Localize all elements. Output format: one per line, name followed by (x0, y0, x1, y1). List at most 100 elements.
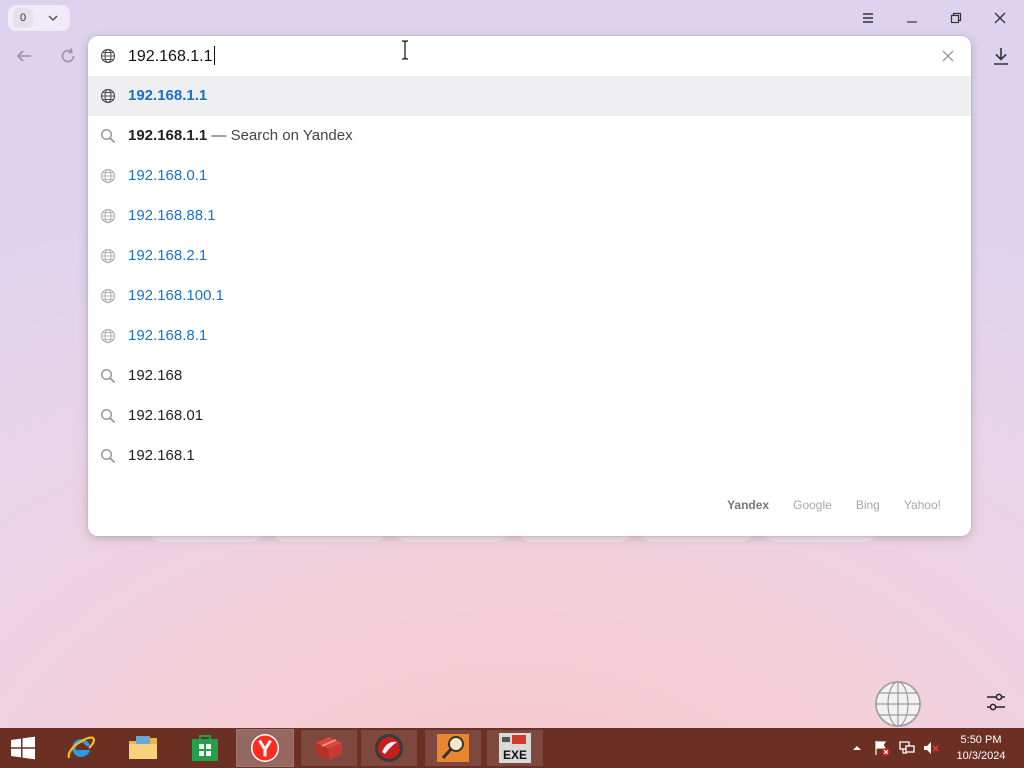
customize-sliders-icon[interactable] (984, 691, 1008, 713)
globe-icon (100, 328, 116, 344)
taskbar-app-search-tool[interactable] (425, 730, 481, 766)
taskbar-app-exe[interactable]: EXE (487, 730, 543, 766)
hamburger-icon (863, 13, 873, 23)
downloads-button[interactable] (990, 45, 1012, 67)
suggestion-text: 192.168.1.1 — Search on Yandex (128, 126, 353, 146)
suggestion-label: 192.168 (128, 367, 183, 384)
suggestion-text: 192.168.2.1 (128, 246, 207, 266)
suggestion-text: 192.168.8.1 (128, 326, 207, 346)
yandex-icon (251, 734, 279, 762)
suggestion-label: 192.168.1.1 (128, 127, 208, 144)
engine-bing[interactable]: Bing (856, 498, 880, 512)
suggestion-search[interactable]: 192.168.01 (88, 396, 971, 436)
suggestion-label: 192.168.1.1 (128, 87, 208, 104)
clock-date: 10/3/2024 (956, 750, 1006, 762)
globe-widget-icon[interactable] (874, 680, 922, 728)
text-caret (213, 46, 216, 65)
engine-yandex[interactable]: Yandex (727, 498, 769, 512)
store-icon (192, 735, 218, 761)
taskbar-app-yandex-browser[interactable] (236, 729, 294, 767)
suggestion-url[interactable]: 192.168.1.1 (88, 76, 971, 116)
omnibox-dropdown: 192.168.1.1 192.168.1.1 192.168.1.1 — Sea… (88, 36, 971, 536)
suggestion-text: 192.168.100.1 (128, 286, 224, 306)
close-icon (994, 12, 1006, 24)
minimize-icon (907, 21, 917, 23)
globe-icon (100, 48, 116, 64)
clear-input-icon[interactable] (941, 49, 955, 63)
tab-count-badge: 0 (13, 8, 33, 28)
search-icon (100, 128, 116, 144)
ie-icon (67, 736, 95, 759)
suggestion-url[interactable]: 192.168.8.1 (88, 316, 971, 356)
tray-action-center[interactable] (870, 728, 894, 768)
engine-google[interactable]: Google (793, 498, 832, 512)
folder-icon (129, 736, 157, 759)
exe-label: EXE (503, 748, 527, 762)
taskbar-app-file-explorer[interactable] (115, 730, 171, 766)
suggestion-label: 192.168.100.1 (128, 287, 224, 304)
exe-icon: EXE (499, 733, 531, 763)
taskbar-app-red-box[interactable] (301, 730, 357, 766)
globe-icon (100, 288, 116, 304)
search-icon (100, 368, 116, 384)
globe-icon (100, 208, 116, 224)
suggestion-label: 192.168.01 (128, 407, 204, 424)
search-icon (100, 408, 116, 424)
network-icon (899, 741, 915, 754)
arrow-left-icon (16, 50, 31, 62)
taskbar-clock[interactable]: 5:50 PM 10/3/2024 (944, 732, 1018, 764)
suggestion-label: 192.168.0.1 (128, 167, 208, 184)
restore-button[interactable] (946, 8, 966, 28)
show-hidden-icons-button[interactable] (848, 728, 866, 768)
suggestion-hint: — Search on Yandex (207, 127, 353, 144)
suggestion-label: 192.168.2.1 (128, 247, 208, 264)
suggestion-text: 192.168.1 (128, 446, 195, 466)
text-cursor-icon (402, 40, 408, 60)
globe-icon (100, 88, 116, 104)
suggestion-text: 192.168 (128, 366, 182, 386)
windows-start-icon[interactable] (6, 735, 40, 761)
reload-icon (61, 48, 75, 63)
taskbar-app-red-disc[interactable] (361, 730, 417, 766)
chevron-down-icon (48, 15, 58, 22)
suggestion-label: 192.168.1 (128, 447, 195, 464)
taskbar-app-internet-explorer[interactable] (53, 730, 109, 766)
tray-network[interactable] (895, 728, 919, 768)
search-engine-switcher: Yandex Google Bing Yahoo! (703, 498, 941, 512)
suggestion-url[interactable]: 192.168.2.1 (88, 236, 971, 276)
suggestion-url[interactable]: 192.168.0.1 (88, 156, 971, 196)
address-input-value: 192.168.1.1 (128, 48, 213, 65)
close-window-button[interactable] (990, 8, 1010, 28)
suggestion-label: 192.168.88.1 (128, 207, 216, 224)
tray-volume[interactable] (920, 728, 942, 768)
clock-time: 5:50 PM (960, 734, 1002, 746)
reload-button[interactable] (57, 45, 79, 67)
taskbar-app-store[interactable] (177, 730, 233, 766)
download-icon (994, 48, 1008, 65)
suggestion-search[interactable]: 192.168.1 (88, 436, 971, 476)
red-box-icon (316, 737, 342, 760)
back-button[interactable] (13, 45, 35, 67)
suggestion-url[interactable]: 192.168.100.1 (88, 276, 971, 316)
minimize-button[interactable] (902, 8, 922, 28)
address-input[interactable]: 192.168.1.1 (128, 46, 216, 66)
suggestion-text: 192.168.0.1 (128, 166, 207, 186)
suggestion-label: 192.168.8.1 (128, 327, 208, 344)
menu-button[interactable] (858, 8, 878, 28)
engine-yahoo[interactable]: Yahoo! (904, 498, 941, 512)
suggestion-text: 192.168.01 (128, 406, 203, 426)
suggestion-search[interactable]: 192.168 (88, 356, 971, 396)
search-icon (100, 448, 116, 464)
suggestion-text: 192.168.88.1 (128, 206, 216, 226)
suggestion-text: 192.168.1.1 (128, 86, 207, 106)
flag-error-icon (875, 741, 890, 756)
volume-muted-icon (924, 742, 939, 754)
globe-icon (100, 248, 116, 264)
magnifier-icon (437, 734, 469, 762)
tab-counter-button[interactable]: 0 (8, 5, 70, 31)
suggestion-url[interactable]: 192.168.88.1 (88, 196, 971, 236)
address-bar[interactable]: 192.168.1.1 (88, 36, 971, 76)
taskbar: EXE 5:50 PM 10/3/2024 (0, 728, 1024, 768)
restore-icon (950, 12, 962, 24)
suggestion-search[interactable]: 192.168.1.1 — Search on Yandex (88, 116, 971, 156)
